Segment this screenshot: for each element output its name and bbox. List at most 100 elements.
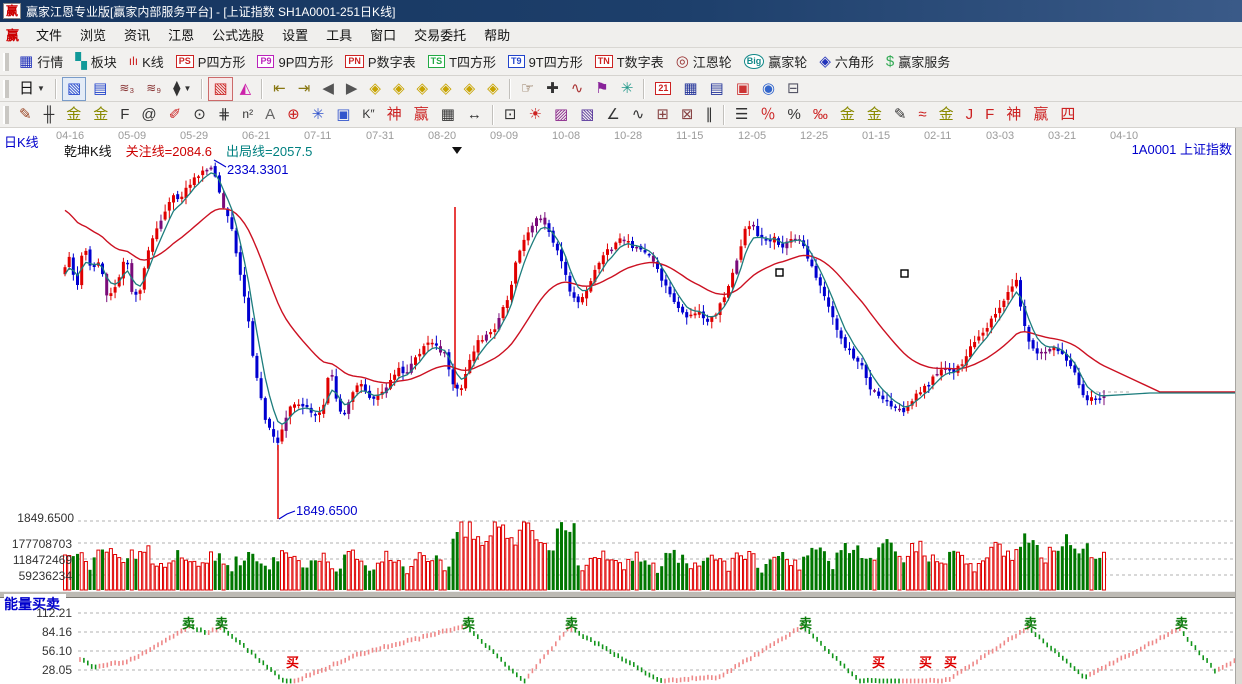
gann-wheel-button[interactable]: ◎ 江恩轮 xyxy=(671,50,737,74)
print-button[interactable]: ⊟ xyxy=(782,77,805,101)
draw-grid2-button[interactable]: ⋕ xyxy=(213,103,236,127)
candle-style-button[interactable]: ⧫ ▼ xyxy=(168,77,196,101)
draw-n2-button[interactable]: n² xyxy=(237,103,258,127)
calendar-button[interactable]: 21 xyxy=(650,77,676,101)
notes-button[interactable]: ▤ xyxy=(705,77,729,101)
draw-pen2-button[interactable]: ✎ xyxy=(889,103,912,127)
draw-band-button[interactable]: ≈ xyxy=(913,103,931,127)
draw-si-angle-button[interactable]: 四 xyxy=(1055,103,1080,127)
sectors-button[interactable]: ▚ 板块 xyxy=(70,50,122,74)
period-day-button[interactable]: 日 ▼ xyxy=(14,77,50,101)
draw-ray-fan-button[interactable]: ☀ xyxy=(523,103,546,127)
next-button[interactable]: ▶ xyxy=(341,77,363,101)
p-number-button[interactable]: PN P数字表 xyxy=(340,50,420,74)
quotes-button[interactable]: ▦ 行情 xyxy=(14,50,68,74)
winner-wheel-button[interactable]: Big 赢家轮 xyxy=(739,50,813,74)
draw-shade-box-button[interactable]: ▨ xyxy=(549,103,573,127)
draw-gold-square2-button[interactable]: 金 xyxy=(88,103,113,127)
wave3-button[interactable]: ≋₃ xyxy=(114,77,139,101)
hexagon-button[interactable]: ◈ 六角形 xyxy=(814,50,879,74)
draw-gold-circle-button[interactable]: 金 xyxy=(835,103,860,127)
draw-win-button[interactable]: 赢 xyxy=(409,103,434,127)
toolbar-grip[interactable] xyxy=(3,52,9,71)
histogram-button[interactable]: ◭ xyxy=(235,77,257,101)
draw-text-button[interactable]: A xyxy=(260,103,280,127)
draw-width-button[interactable]: ↔ xyxy=(462,103,487,127)
draw-grid-box2-button[interactable]: ⊠ xyxy=(676,103,699,127)
diamond-left-button[interactable]: ◈ xyxy=(364,77,386,101)
draw-gold-line-button[interactable]: 金 xyxy=(862,103,887,127)
pattern-zoom-button[interactable]: ▧ xyxy=(61,76,87,101)
draw-wave-button[interactable]: ∿ xyxy=(627,103,650,127)
draw-win-angle-button[interactable]: 赢 xyxy=(1028,103,1053,127)
red-pattern-button[interactable]: ▧ xyxy=(208,76,233,101)
draw-f-angle-button[interactable]: F xyxy=(980,103,999,127)
last-page-button[interactable]: ⇥ xyxy=(293,77,316,101)
diamond-compress-button[interactable]: ◈ xyxy=(435,77,457,101)
draw-scale-button[interactable]: ☰ xyxy=(730,103,753,127)
draw-star-button[interactable]: ✳ xyxy=(307,103,330,127)
menu-item-资讯[interactable]: 资讯 xyxy=(115,22,159,47)
9t-square-button[interactable]: T9 9T四方形 xyxy=(503,50,588,74)
pane-splitter[interactable] xyxy=(0,591,1242,598)
draw-shade-box2-button[interactable]: ▧ xyxy=(575,103,599,127)
menu-item-江恩[interactable]: 江恩 xyxy=(159,22,203,47)
draw-knife-button[interactable]: ✎ xyxy=(14,103,37,127)
menu-item-公式选股[interactable]: 公式选股 xyxy=(203,22,273,47)
detail-list-button[interactable]: ▤ xyxy=(88,77,112,101)
prev-button[interactable]: ◀ xyxy=(317,77,339,101)
draw-grid-button[interactable]: ╫ xyxy=(39,103,60,127)
diamond-center-button[interactable]: ◈ xyxy=(459,77,481,101)
diamond-all-button[interactable]: ◈ xyxy=(482,77,504,101)
flag-tool-button[interactable]: ⚑ xyxy=(590,77,613,101)
crosshair-button[interactable]: ✚ xyxy=(541,77,564,101)
draw-box2-button[interactable]: ⊡ xyxy=(499,103,522,127)
menu-item-设置[interactable]: 设置 xyxy=(273,22,317,47)
save-button[interactable]: ▣ xyxy=(731,77,755,101)
draw-circle-cross-button[interactable]: ⊕ xyxy=(282,103,305,127)
draw-percent-button[interactable]: % xyxy=(782,103,805,127)
draw-gold-square-button[interactable]: 金 xyxy=(61,103,86,127)
menu-item-工具[interactable]: 工具 xyxy=(317,22,361,47)
trendline-tool-button[interactable]: ∿ xyxy=(566,77,589,101)
menu-item-文件[interactable]: 文件 xyxy=(27,22,71,47)
menu-item-窗口[interactable]: 窗口 xyxy=(361,22,405,47)
menu-item-交易委托[interactable]: 交易委托 xyxy=(405,22,475,47)
hand-tool-button[interactable]: ☞ xyxy=(516,77,539,101)
t-square-button[interactable]: TS T四方形 xyxy=(423,50,501,74)
9p-square-button[interactable]: P9 9P四方形 xyxy=(252,50,338,74)
diamond-right-button[interactable]: ◈ xyxy=(388,77,410,101)
draw-marker-button[interactable]: ✐ xyxy=(164,103,187,127)
menu-item-浏览[interactable]: 浏览 xyxy=(71,22,115,47)
network-button[interactable]: ◉ xyxy=(757,77,780,101)
draw-j-angle-button[interactable]: J xyxy=(961,103,979,127)
draw-parallel-button[interactable]: ∥ xyxy=(701,103,719,127)
draw-spiral-button[interactable]: @ xyxy=(136,103,161,127)
draw-number-grid-button[interactable]: ▦ xyxy=(436,103,460,127)
draw-angle-button[interactable]: ∠ xyxy=(601,103,624,127)
pattern-tool-button[interactable]: ✳ xyxy=(616,77,639,101)
draw-time-circle-button[interactable]: ⊙ xyxy=(188,103,211,127)
diamond-expand-button[interactable]: ◈ xyxy=(412,77,434,101)
draw-f-square-button[interactable]: F xyxy=(115,103,134,127)
menu-item-帮助[interactable]: 帮助 xyxy=(475,22,519,47)
winner-service-button[interactable]: $ 赢家服务 xyxy=(881,50,955,74)
draw-grid-box-button[interactable]: ⊞ xyxy=(651,103,674,127)
toolbar-grip[interactable] xyxy=(3,79,9,98)
draw-box-target-button[interactable]: ▣ xyxy=(331,103,355,127)
wave9-button[interactable]: ≋₉ xyxy=(141,77,166,101)
p-square-button[interactable]: PS P四方形 xyxy=(171,50,251,74)
draw-kvalue-button[interactable]: K″ xyxy=(357,103,379,127)
draw-gold-angle-button[interactable]: 金 xyxy=(934,103,959,127)
candlestick-chart-canvas[interactable] xyxy=(0,128,1242,684)
t-number-button[interactable]: TN T数字表 xyxy=(590,50,669,74)
chart-scrollbar[interactable] xyxy=(1235,128,1242,684)
draw-permille-button[interactable]: ‰ xyxy=(808,103,833,127)
draw-shen-button[interactable]: 神 xyxy=(382,103,407,127)
draw-percent-red-button[interactable]: ％ xyxy=(755,103,780,127)
calculator-button[interactable]: ▦ xyxy=(678,77,702,101)
first-page-button[interactable]: ⇤ xyxy=(268,77,291,101)
draw-shen-angle-button[interactable]: 神 xyxy=(1001,103,1026,127)
kline-button[interactable]: ılı K线 xyxy=(124,50,169,74)
toolbar-grip[interactable] xyxy=(3,105,9,124)
